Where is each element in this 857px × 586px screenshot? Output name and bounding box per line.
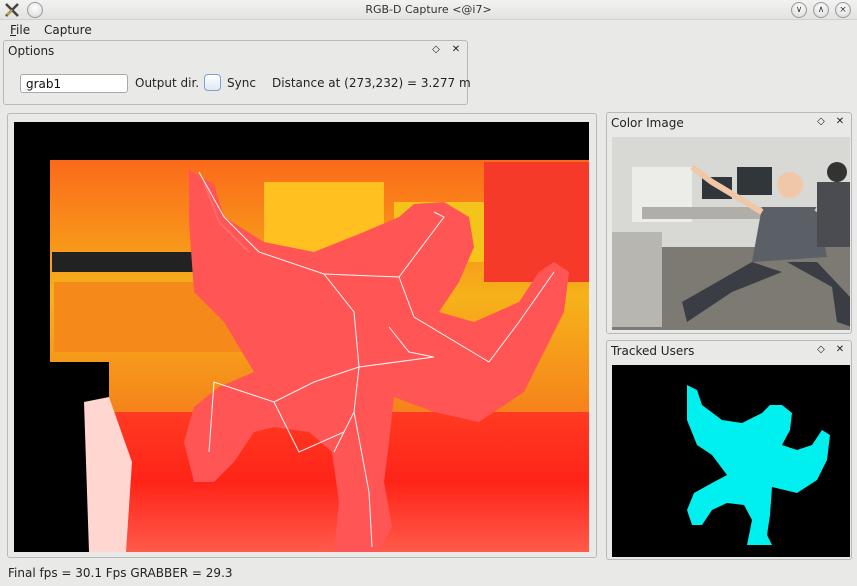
close-button[interactable]: × [835, 2, 851, 18]
color-image-view[interactable] [612, 137, 852, 330]
sync-checkbox[interactable] [204, 74, 221, 91]
color-image[interactable] [612, 137, 852, 330]
tracked-user-silhouette[interactable] [612, 365, 850, 557]
minimize-button[interactable]: ∨ [791, 2, 807, 18]
status-bar: Final fps = 30.1 Fps GRABBER = 29.3 [8, 566, 233, 580]
window-title: RGB-D Capture <@i7> [365, 3, 492, 16]
close-icon[interactable]: ✕ [834, 344, 846, 356]
sync-label: Sync [227, 76, 256, 90]
options-panel: Options ◇ ✕ Output dir. Sync Distance at… [3, 40, 471, 105]
menu-capture[interactable]: Capture [44, 23, 92, 37]
tracked-users-panel: Tracked Users ◇ ✕ [606, 340, 852, 560]
depth-image[interactable] [14, 122, 589, 552]
color-image-title: Color Image [611, 116, 684, 130]
float-icon[interactable]: ◇ [815, 344, 827, 356]
close-icon[interactable]: ✕ [450, 44, 462, 56]
float-icon[interactable]: ◇ [815, 116, 827, 128]
depth-view[interactable] [14, 122, 589, 552]
menu-bar: File Capture [0, 20, 857, 40]
float-icon[interactable]: ◇ [430, 44, 442, 56]
tracked-users-title: Tracked Users [611, 344, 695, 358]
depth-view-panel [7, 113, 597, 558]
output-dir-input[interactable] [20, 74, 128, 93]
tracked-users-view[interactable] [612, 365, 850, 557]
color-image-panel: Color Image ◇ ✕ [606, 112, 852, 334]
maximize-button[interactable]: ∧ [813, 2, 829, 18]
menu-file[interactable]: File [10, 23, 30, 37]
close-icon[interactable]: ✕ [834, 116, 846, 128]
output-dir-label: Output dir. [135, 76, 200, 90]
options-panel-title: Options [8, 44, 55, 58]
title-bar[interactable]: RGB-D Capture <@i7> ∨ ∧ × [0, 0, 857, 20]
distance-readout: Distance at (273,232) = 3.277 m [272, 76, 471, 90]
